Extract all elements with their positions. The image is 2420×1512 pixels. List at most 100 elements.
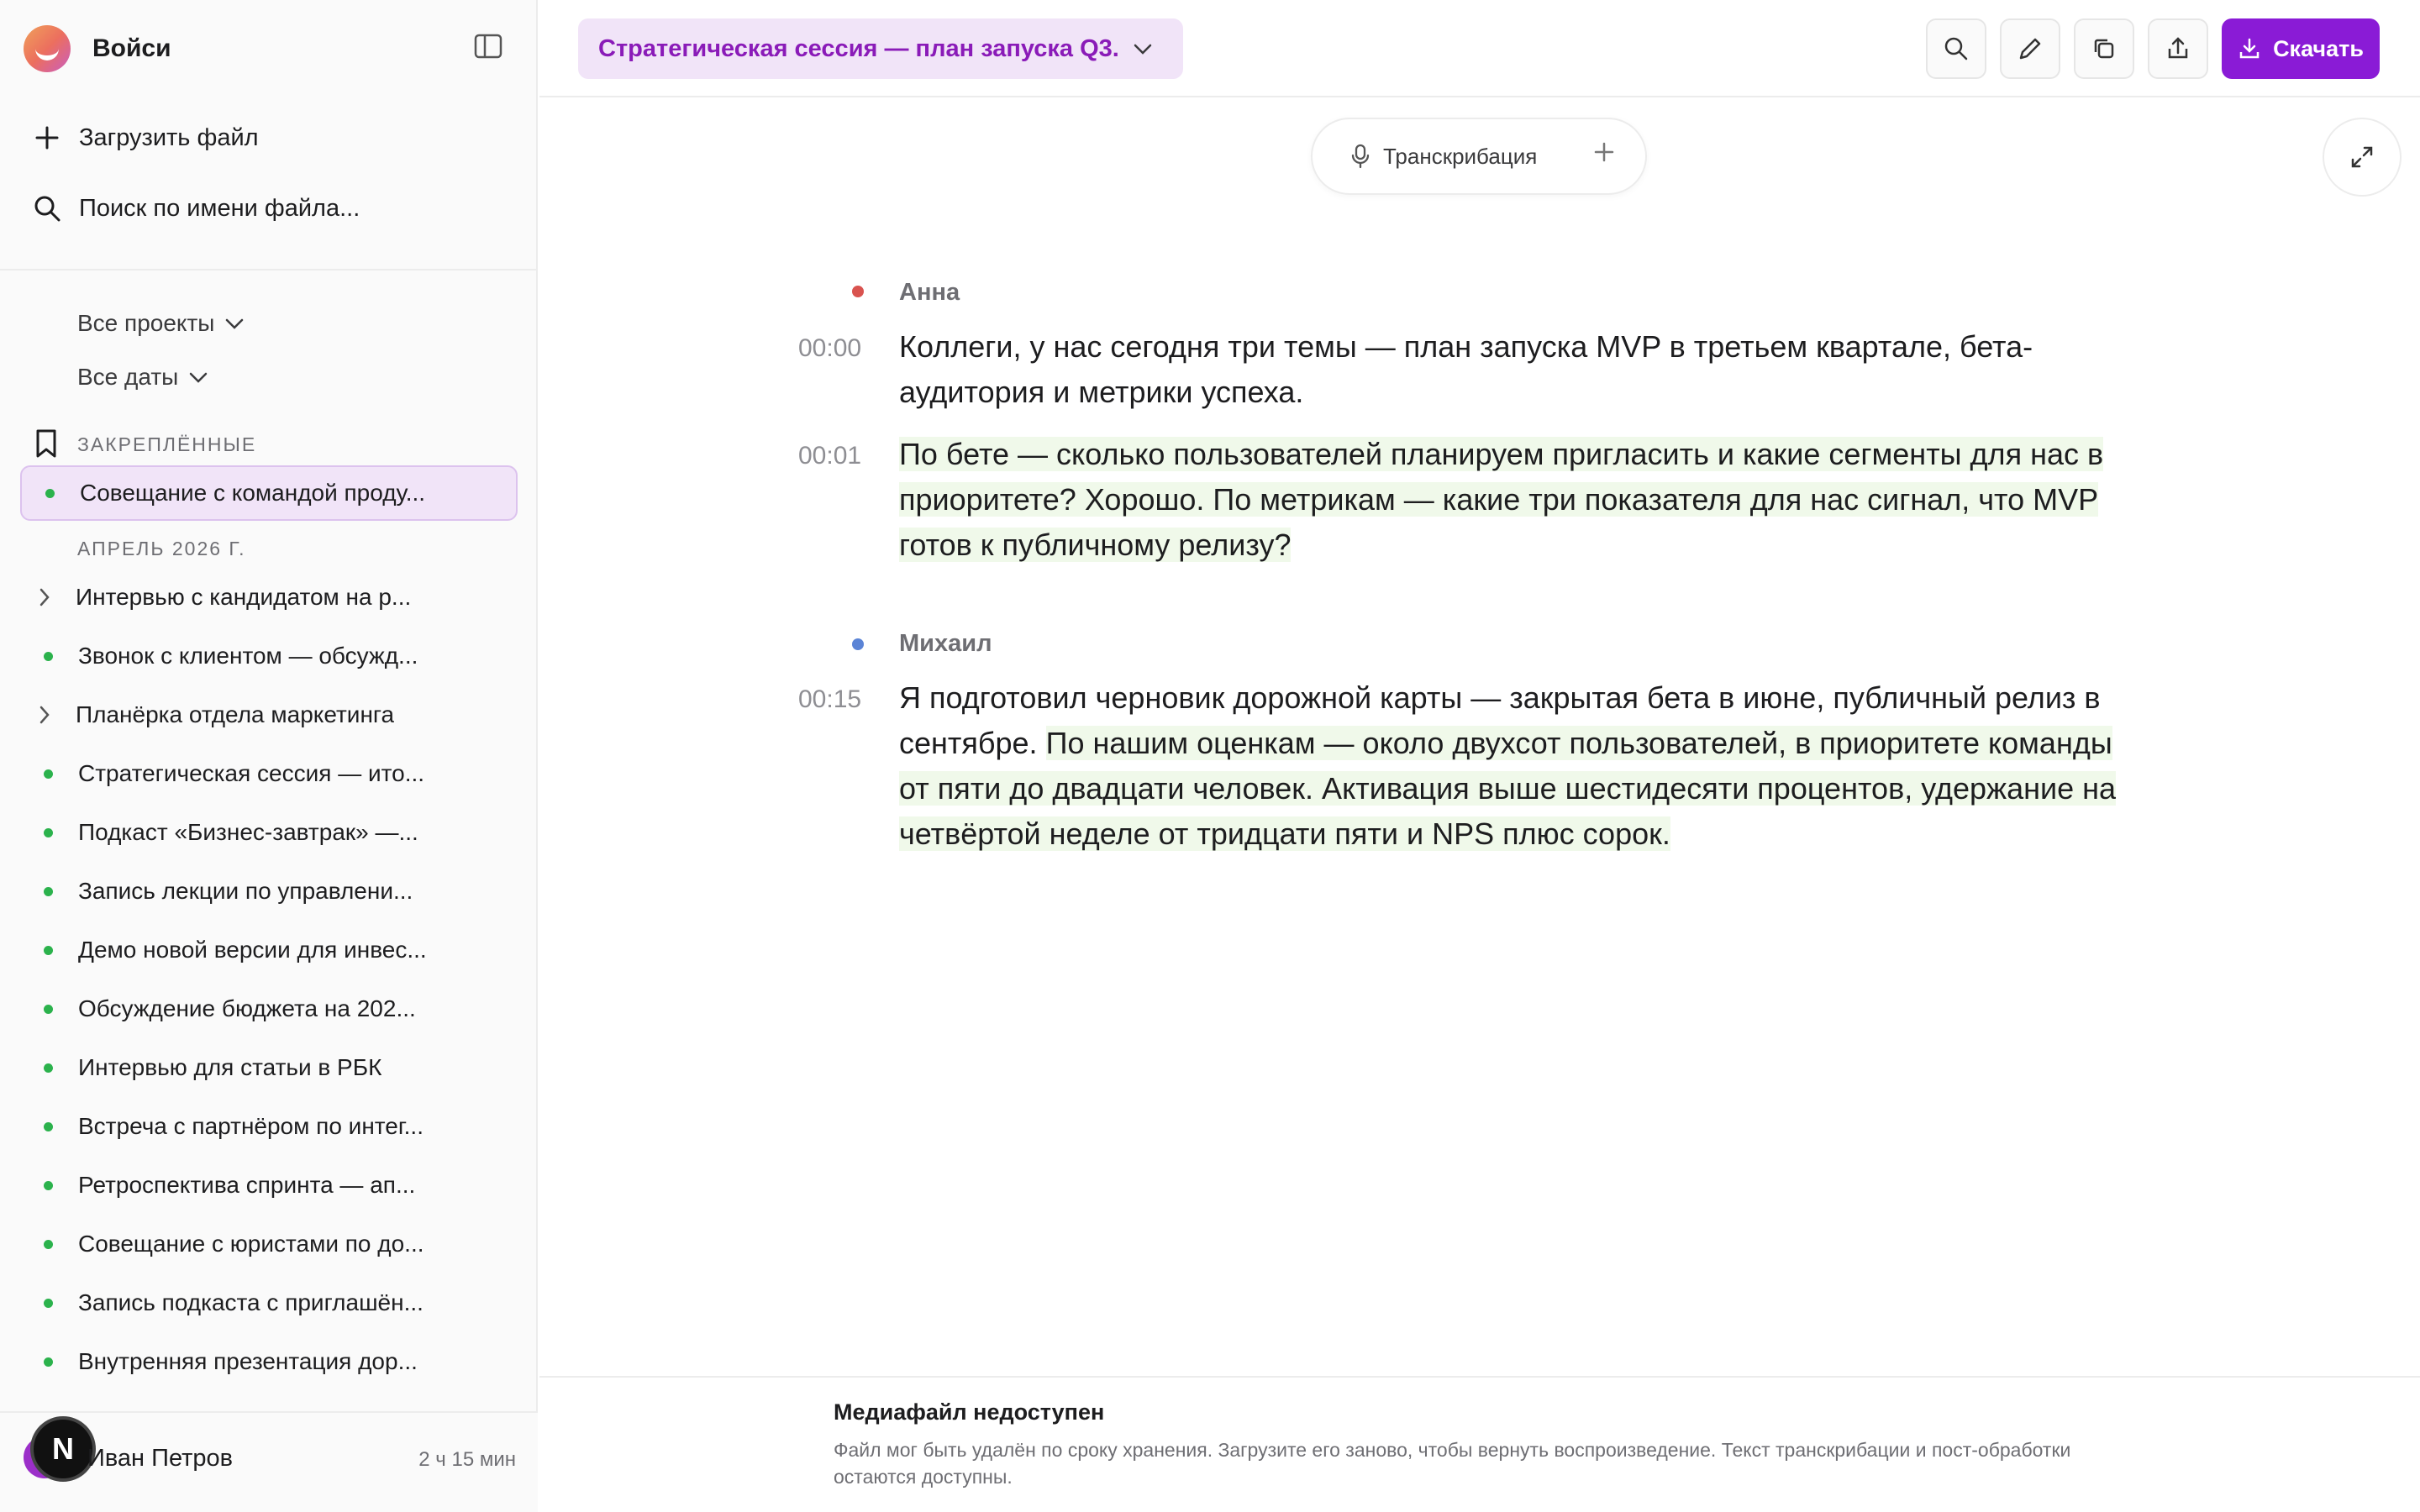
status-dot: [44, 945, 53, 955]
sidebar-item-label: Запись подкаста с приглашён...: [78, 1289, 424, 1315]
sidebar-item-label: Запись лекции по управлени...: [78, 878, 413, 904]
expand-icon: [2351, 146, 2373, 168]
sidebar-item-label: Обсуждение бюджета на 202...: [78, 995, 416, 1021]
upload-file-button[interactable]: Загрузить файл: [30, 113, 259, 163]
app-name: Войси: [92, 34, 171, 62]
sidebar-item[interactable]: Запись подкаста с приглашён...: [20, 1275, 518, 1331]
sidebar-item[interactable]: Демо новой версии для инвес...: [20, 922, 518, 978]
banner-title: Медиафайл недоступен: [834, 1399, 1105, 1425]
tab-transcription[interactable]: Транскрибация: [1311, 118, 1647, 195]
dates-filter-label: Все даты: [77, 364, 179, 390]
sidebar-item-label: Внутренняя презентация дор...: [78, 1348, 418, 1374]
toggle-sidebar-icon[interactable]: [474, 34, 508, 64]
search-files-label: Поиск по имени файла...: [79, 194, 360, 222]
sidebar-item-label: Ретроспектива спринта — ап...: [78, 1172, 416, 1198]
status-dot: [44, 1121, 53, 1131]
speaker-color-dot: [852, 638, 864, 650]
sidebar-item[interactable]: Ретроспектива спринта — ап...: [20, 1158, 518, 1213]
transcript-paragraph: Коллеги, у нас сегодня три темы — план з…: [899, 329, 2033, 409]
status-dot: [44, 1180, 53, 1190]
highlighted-text: По нашим оценкам — около двухсот пользов…: [899, 726, 2117, 851]
status-dot: [44, 1239, 53, 1249]
share-button[interactable]: [2148, 18, 2208, 79]
brand[interactable]: Войси: [24, 25, 171, 72]
banner-text: Файл мог быть удалён по сроку хранения. …: [834, 1439, 2071, 1488]
sidebar-item-label: Совещание с командой проду...: [80, 480, 426, 506]
projects-filter-label: Все проекты: [77, 310, 215, 336]
sidebar-item-label: Стратегическая сессия — ито...: [78, 760, 425, 786]
plus-icon: [30, 121, 64, 155]
chevron-right-icon[interactable]: [39, 705, 57, 725]
chevron-right-icon[interactable]: [39, 587, 57, 607]
sidebar-item-label: Интервью для статьи в РБК: [78, 1054, 382, 1080]
document-title-dropdown[interactable]: Стратегическая сессия — план запуска Q3.…: [578, 18, 1183, 79]
sidebar-item[interactable]: Внутренняя презентация дор...: [20, 1334, 518, 1389]
microphone-icon: [1351, 144, 1370, 169]
bookmark-icon: [34, 428, 59, 463]
sidebar-item-label: Демо новой версии для инвес...: [78, 937, 427, 963]
expand-button[interactable]: [2323, 118, 2402, 197]
sidebar-item[interactable]: Запись лекции по управлени...: [20, 864, 518, 919]
sidebar-item[interactable]: Звонок с клиентом — обсужд...: [20, 628, 518, 684]
copy-icon: [2094, 39, 2114, 59]
pencil-icon: [2019, 38, 2041, 60]
dates-filter[interactable]: Все даты: [77, 356, 208, 398]
transcript-paragraph: Я подготовил черновик дорожной карты — з…: [899, 675, 2143, 857]
speaker-color-dot: [852, 286, 864, 297]
status-dot: [44, 1004, 53, 1014]
status-dot: [44, 1063, 53, 1073]
add-tab-icon[interactable]: [1593, 141, 1615, 163]
sidebar: Войси Загрузить файл Поиск по имени файл…: [0, 0, 538, 1512]
status-dot: [44, 827, 53, 837]
search-icon: [30, 192, 64, 225]
highlighted-text: По бете — сколько пользователей планируе…: [899, 437, 2104, 562]
status-dot: [44, 1298, 53, 1308]
pinned-section-label: ЗАКРЕПЛЁННЫЕ: [77, 433, 257, 455]
projects-filter[interactable]: Все проекты: [77, 302, 245, 344]
tab-transcription-label: Транскрибация: [1383, 143, 1538, 169]
status-dot: [44, 769, 53, 779]
sidebar-item[interactable]: Совещание с юристами по до...: [20, 1216, 518, 1272]
group-section-label: АПРЕЛЬ 2026 Г.: [77, 538, 246, 559]
avatar-badge[interactable]: N: [30, 1416, 96, 1482]
edit-button[interactable]: [2000, 18, 2060, 79]
sidebar-divider: [0, 269, 538, 270]
sidebar-item-label: Интервью с кандидатом на р...: [76, 584, 412, 610]
user-name: Иван Петров: [87, 1445, 234, 1472]
download-button[interactable]: Скачать: [2222, 18, 2380, 79]
upload-file-label: Загрузить файл: [79, 123, 259, 151]
transcript-paragraph: По бете — сколько пользователей планируе…: [899, 432, 2143, 568]
chevron-down-icon: [190, 372, 208, 383]
document-title: Стратегическая сессия — план запуска Q3.…: [598, 34, 1119, 62]
search-button[interactable]: [1926, 18, 1986, 79]
download-icon: [2239, 38, 2260, 59]
search-icon: [1944, 37, 1968, 60]
app-logo: [24, 25, 71, 72]
sidebar-item[interactable]: Обсуждение бюджета на 202...: [20, 981, 518, 1037]
sidebar-item-pinned[interactable]: Совещание с командой проду...: [20, 465, 518, 521]
status-dot: [45, 488, 55, 498]
copy-button[interactable]: [2074, 18, 2134, 79]
speaker-name: Анна: [899, 279, 960, 306]
timestamp[interactable]: 00:01: [798, 442, 861, 470]
status-dot: [44, 1357, 53, 1367]
sidebar-item-label: Совещание с юристами по до...: [78, 1231, 424, 1257]
share-icon: [2168, 37, 2188, 59]
sidebar-item-label: Подкаст «Бизнес-завтрак» —...: [78, 819, 418, 845]
sidebar-item[interactable]: Стратегическая сессия — ито...: [20, 746, 518, 801]
sidebar-item[interactable]: Встреча с партнёром по интег...: [20, 1099, 518, 1154]
status-dot: [44, 886, 53, 896]
sidebar-item[interactable]: Интервью с кандидатом на р...: [20, 570, 518, 625]
sidebar-item-label: Планёрка отдела маркетинга: [76, 701, 395, 727]
chevron-down-icon: [1134, 44, 1152, 55]
chevron-down-icon: [226, 318, 244, 329]
status-dot: [44, 651, 53, 661]
search-files-button[interactable]: Поиск по имени файла...: [30, 183, 360, 234]
sidebar-item[interactable]: Планёрка отдела маркетинга: [20, 687, 518, 743]
sidebar-item[interactable]: Подкаст «Бизнес-завтрак» —...: [20, 805, 518, 860]
timestamp[interactable]: 00:00: [798, 334, 861, 363]
download-label: Скачать: [2273, 35, 2364, 61]
timestamp[interactable]: 00:15: [798, 685, 861, 714]
sidebar-item-label: Звонок с клиентом — обсужд...: [78, 643, 418, 669]
sidebar-item[interactable]: Интервью для статьи в РБК: [20, 1040, 518, 1095]
